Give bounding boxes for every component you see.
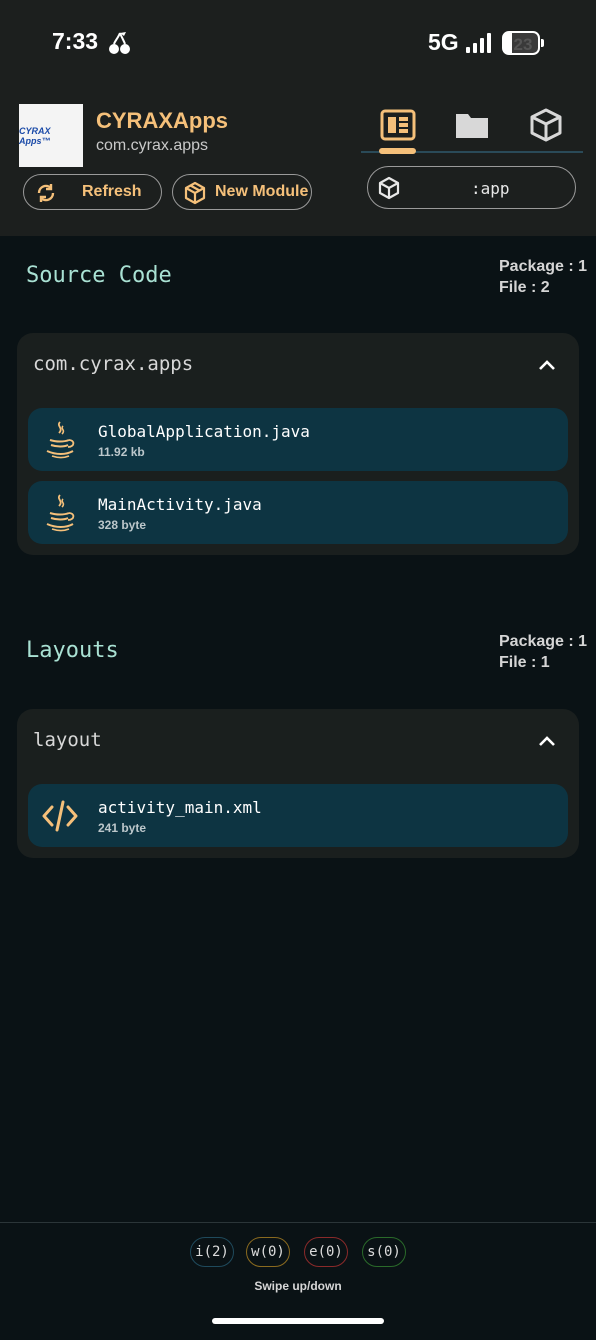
file-name: GlobalApplication.java <box>98 422 310 441</box>
network-type: 5G <box>428 29 459 55</box>
chevron-up-icon[interactable] <box>537 731 557 751</box>
warning-log-chip[interactable]: w(0) <box>246 1237 290 1267</box>
file-name: MainActivity.java <box>98 495 262 514</box>
module-selector-icon <box>378 176 400 200</box>
info-log-chip[interactable]: i(2) <box>190 1237 234 1267</box>
module-icon <box>184 181 206 205</box>
status-time: 7:33 <box>52 28 99 54</box>
home-indicator[interactable] <box>212 1318 384 1324</box>
package-count: Package : 1 <box>499 633 588 650</box>
cherry-icon <box>109 32 130 54</box>
battery-tip <box>541 39 544 47</box>
java-icon <box>46 494 75 532</box>
source-code-stats: Package : 1 File : 2 <box>499 256 587 298</box>
file-item[interactable]: activity_main.xml 241 byte <box>28 784 568 847</box>
code-tag-icon <box>42 800 78 832</box>
app-name: CYRAXApps <box>96 108 229 133</box>
signal-icon <box>466 33 491 53</box>
swipe-hint: Swipe up/down <box>254 1279 342 1293</box>
refresh-label: Refresh <box>82 183 142 200</box>
success-log-chip[interactable]: s(0) <box>362 1237 406 1267</box>
file-item[interactable]: GlobalApplication.java 11.92 kb <box>28 408 568 471</box>
error-log-chip[interactable]: e(0) <box>304 1237 348 1267</box>
layout-card: layout activity_main.xml 241 byte <box>17 709 579 858</box>
status-bar: 7:33 5G 23 <box>0 0 596 86</box>
new-module-label: New Module <box>215 183 309 200</box>
file-size: 11.92 kb <box>98 445 145 459</box>
layouts-stats: Package : 1 File : 1 <box>499 631 587 673</box>
package-count: Package : 1 <box>499 258 588 275</box>
new-module-button[interactable]: New Module <box>172 174 312 210</box>
selected-module: :app <box>471 179 510 198</box>
package-name: com.cyrax.apps <box>33 353 194 375</box>
refresh-button[interactable]: Refresh <box>23 174 162 210</box>
app-logo-text: CYRAX Apps™ <box>19 125 51 146</box>
file-name: activity_main.xml <box>98 798 262 817</box>
module-box-icon[interactable] <box>527 106 565 144</box>
section-title-layouts: Layouts <box>26 638 119 663</box>
battery-body: 23 <box>502 31 540 55</box>
file-size: 241 byte <box>98 821 147 835</box>
app-package: com.cyrax.apps <box>96 137 209 154</box>
file-count: File : 1 <box>499 654 550 671</box>
chevron-up-icon[interactable] <box>537 355 557 375</box>
app-logo: CYRAX Apps™ <box>19 104 83 167</box>
footer-divider <box>0 1222 596 1223</box>
section-title-source-code: Source Code <box>26 263 172 288</box>
package-name: layout <box>33 729 102 751</box>
source-view-icon[interactable] <box>379 106 417 144</box>
file-item[interactable]: MainActivity.java 328 byte <box>28 481 568 544</box>
java-icon <box>46 421 75 459</box>
module-selector[interactable]: :app <box>367 166 576 209</box>
folder-icon[interactable] <box>453 106 491 144</box>
package-card: com.cyrax.apps GlobalApplication.java 11… <box>17 333 579 555</box>
refresh-icon <box>37 184 55 202</box>
file-count: File : 2 <box>499 279 550 296</box>
battery-level: 23 <box>513 35 533 54</box>
active-tab-indicator <box>379 148 416 154</box>
battery-icon: 23 <box>502 31 544 55</box>
file-size: 328 byte <box>98 518 147 532</box>
